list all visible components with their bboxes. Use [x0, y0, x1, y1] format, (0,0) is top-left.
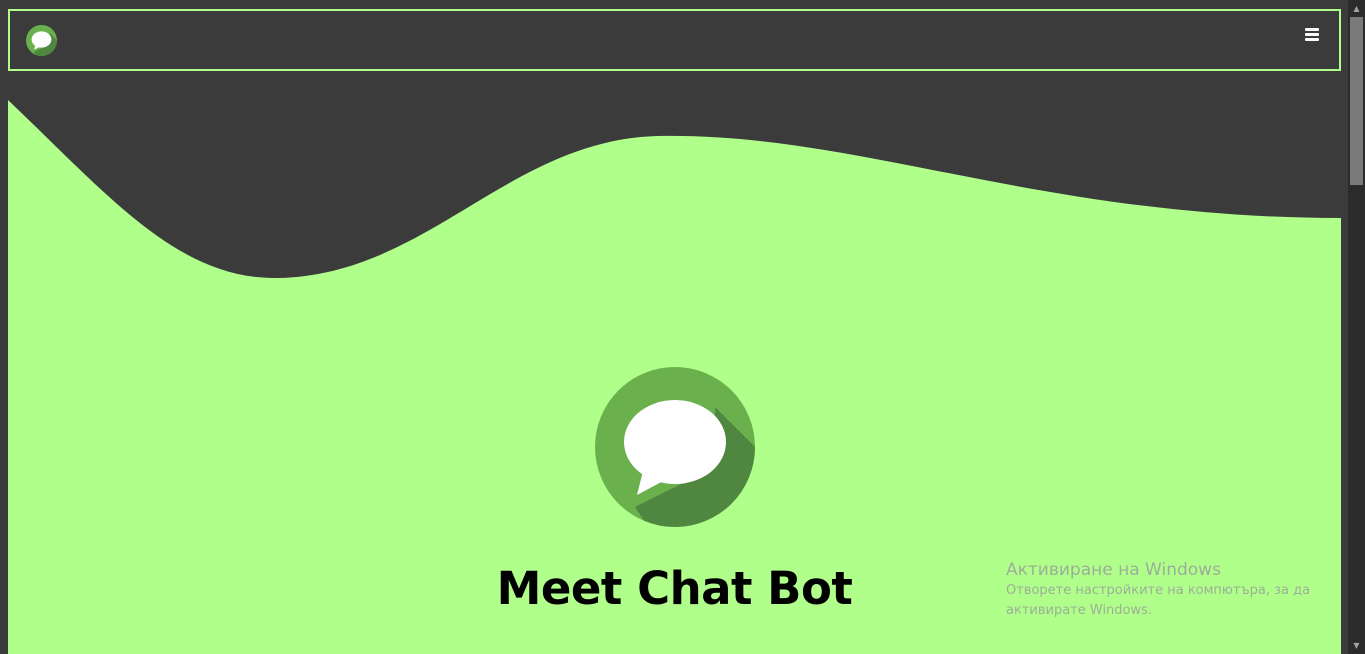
nav-logo-link[interactable] — [26, 25, 57, 56]
menu-bar — [1305, 38, 1319, 41]
windows-activation-watermark: Активиране на Windows Отворете настройки… — [1006, 559, 1310, 621]
scroll-down-arrow-icon[interactable]: ▼ — [1348, 637, 1365, 654]
watermark-line: Отворете настройките на компютъра, за да — [1006, 583, 1311, 598]
hero-logo — [595, 367, 755, 527]
watermark-title: Активиране на Windows — [1006, 560, 1221, 580]
menu-bar — [1305, 28, 1319, 31]
navbar — [8, 9, 1341, 71]
page-viewport: Meet Chat Bot Активиране на Windows Отво… — [0, 0, 1348, 654]
scrollbar-thumb[interactable] — [1350, 17, 1363, 185]
watermark-line: активирате Windows. — [1006, 603, 1153, 618]
menu-bar — [1305, 33, 1319, 36]
chat-bubble-icon — [26, 25, 57, 56]
hamburger-menu-icon[interactable] — [1305, 28, 1321, 42]
scroll-up-arrow-icon[interactable]: ▲ — [1348, 0, 1365, 17]
vertical-scrollbar[interactable]: ▲ ▼ — [1348, 0, 1365, 654]
chat-bubble-icon — [595, 367, 755, 527]
